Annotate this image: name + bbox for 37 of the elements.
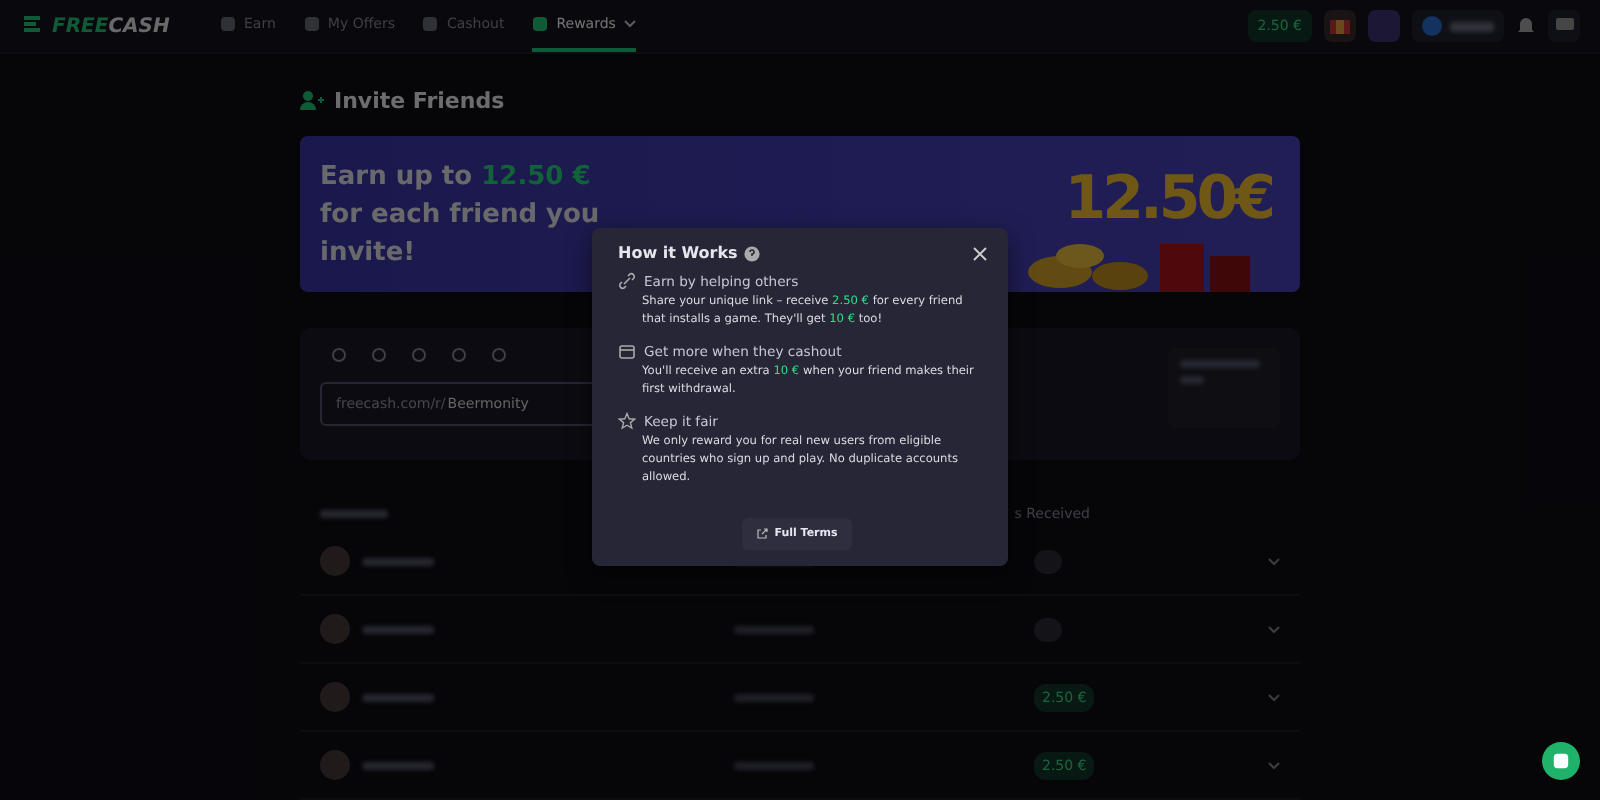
- link-icon: [618, 272, 636, 290]
- user-add-icon: [300, 90, 324, 110]
- share-icon[interactable]: [412, 348, 426, 362]
- chevron-down-icon[interactable]: [1268, 693, 1280, 701]
- wallet-icon: [618, 342, 636, 361]
- chat-button[interactable]: [1542, 742, 1580, 780]
- logo-text[interactable]: FREECASH: [52, 15, 170, 37]
- avatar: [320, 750, 350, 780]
- banner-headline: Earn up to 12.50 € for each friend you invite!: [320, 159, 602, 271]
- modal-title: How it Works: [618, 244, 738, 262]
- bell-icon[interactable]: [1516, 16, 1536, 36]
- close-icon[interactable]: [972, 245, 988, 261]
- chevron-down-icon[interactable]: [1268, 625, 1280, 633]
- avatar-icon: [1422, 16, 1442, 36]
- avatar: [320, 614, 350, 644]
- flag-icon[interactable]: [1324, 10, 1356, 42]
- share-icon[interactable]: [452, 348, 466, 362]
- share-icon[interactable]: [372, 348, 386, 362]
- share-icon[interactable]: [332, 348, 346, 362]
- chevron-down-icon: [623, 20, 636, 28]
- chat-icon[interactable]: [1548, 10, 1580, 42]
- nav-icon: [220, 16, 236, 32]
- nav-icon: [532, 16, 549, 32]
- page-title: Invite Friends: [334, 87, 505, 113]
- nav-icon: [303, 16, 320, 32]
- nav-icon: [422, 16, 439, 32]
- avatar: [320, 546, 350, 576]
- banner-amount-art: 12.50€: [1064, 164, 1272, 234]
- avatar: [320, 682, 350, 712]
- help-icon[interactable]: [743, 245, 760, 261]
- external-link-icon: [756, 528, 769, 540]
- chat-icon: [1552, 752, 1570, 770]
- star-icon: [618, 412, 636, 431]
- share-icon[interactable]: [492, 348, 506, 362]
- chevron-down-icon[interactable]: [1268, 557, 1280, 565]
- user-menu[interactable]: [1412, 10, 1504, 42]
- chevron-down-icon[interactable]: [1268, 761, 1280, 769]
